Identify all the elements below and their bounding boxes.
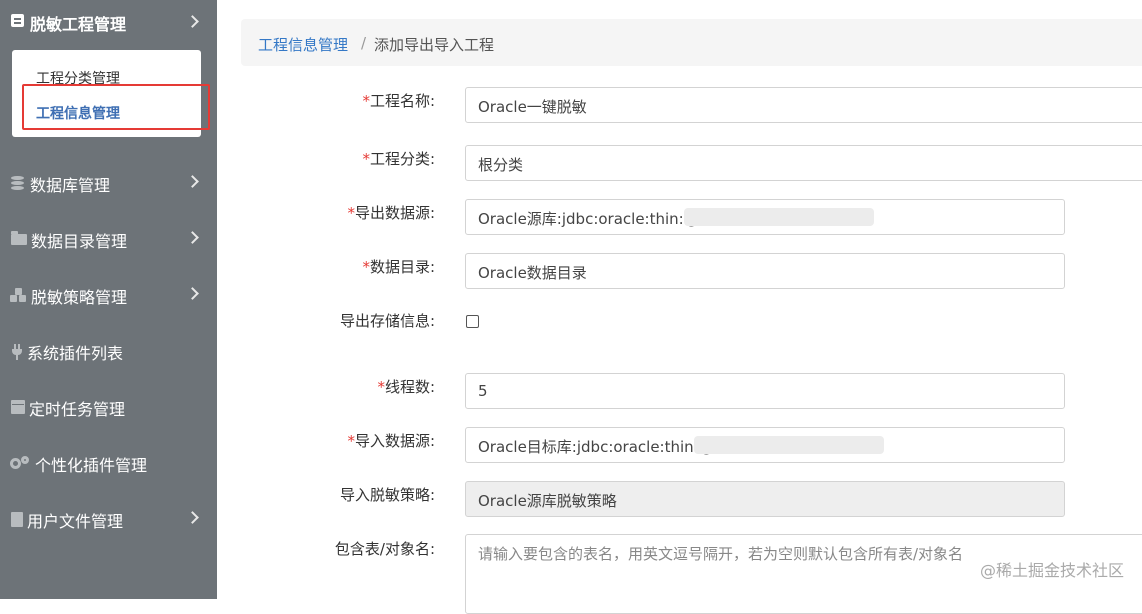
import-source-label: *导入数据源:	[347, 432, 435, 450]
sidebar-item-database[interactable]: 数据库管理	[0, 162, 217, 202]
data-directory-select[interactable]: Oracle数据目录	[465, 253, 1065, 289]
sidebar-item-label: 系统插件列表	[27, 344, 124, 363]
submenu-item-project-info-label: 工程信息管理	[36, 106, 120, 122]
sidebar-item-label: 定时任务管理	[29, 400, 126, 419]
project-category-label: *工程分类:	[362, 150, 435, 168]
chevron-right-icon	[186, 511, 199, 524]
main-content: 工程信息管理 / 添加导出导入工程 *工程名称: Oracle一键脱敏 *工程分…	[217, 0, 1142, 614]
import-source-select[interactable]: Oracle目标库:jdbc:oracle:thin:@	[465, 427, 1065, 463]
sidebar-item-label: 数据库管理	[30, 176, 111, 195]
submenu-item-project-info[interactable]: 工程信息管理	[22, 84, 210, 130]
include-tables-label: 包含表/对象名:	[334, 540, 435, 558]
project-name-input[interactable]: Oracle一键脱敏	[465, 87, 1142, 123]
redacted-blur	[694, 436, 884, 454]
sidebar-header-label: 脱敏工程管理	[30, 15, 127, 34]
chevron-right-icon	[186, 175, 199, 188]
cogs-icon	[10, 456, 30, 470]
required-mark: *	[347, 204, 355, 222]
sidebar-header-masking-project[interactable]: 脱敏工程管理	[0, 0, 217, 42]
sidebar-item-label: 用户文件管理	[27, 512, 124, 531]
breadcrumb: 工程信息管理 / 添加导出导入工程	[241, 19, 1142, 66]
cubes-icon	[10, 288, 27, 302]
export-storage-checkbox[interactable]	[466, 315, 479, 328]
sidebar-item-user-files[interactable]: 用户文件管理	[0, 498, 217, 538]
sidebar-item-masking-policy[interactable]: 脱敏策略管理	[0, 274, 217, 314]
import-policy-field: Oracle源库脱敏策略	[465, 481, 1065, 517]
doc-icon	[11, 14, 24, 27]
export-source-select[interactable]: Oracle源库:jdbc:oracle:thin:@	[465, 199, 1065, 235]
required-mark: *	[377, 378, 385, 396]
sidebar-item-custom-plugins[interactable]: 个性化插件管理	[0, 442, 217, 482]
watermark: @稀土掘金技术社区	[979, 561, 1124, 580]
export-storage-label: 导出存储信息:	[339, 312, 435, 330]
required-mark: *	[362, 92, 370, 110]
breadcrumb-link-project-info[interactable]: 工程信息管理	[258, 34, 348, 55]
project-name-label: *工程名称:	[362, 92, 435, 110]
calendar-icon	[11, 400, 25, 414]
thread-count-input[interactable]: 5	[465, 373, 1065, 409]
breadcrumb-current: 添加导出导入工程	[374, 36, 495, 54]
redacted-blur	[684, 208, 874, 226]
data-directory-label: *数据目录:	[362, 258, 435, 276]
export-source-label: *导出数据源:	[347, 204, 435, 222]
chevron-right-icon	[186, 287, 199, 300]
sidebar-item-label: 数据目录管理	[31, 232, 128, 251]
import-policy-label: 导入脱敏策略:	[339, 486, 435, 504]
database-icon	[11, 176, 24, 190]
sidebar-item-scheduled-tasks[interactable]: 定时任务管理	[0, 386, 217, 426]
chevron-right-icon	[186, 231, 199, 244]
project-category-select[interactable]: 根分类	[465, 145, 1142, 181]
required-mark: *	[347, 432, 355, 450]
required-mark: *	[362, 258, 370, 276]
sidebar: 脱敏工程管理 工程分类管理 工程信息管理 数据库管理 数据目录管理 脱敏策略管理…	[0, 0, 217, 599]
sidebar-submenu: 工程分类管理 工程信息管理	[12, 50, 210, 137]
plug-icon	[12, 344, 22, 360]
thread-count-label: *线程数:	[377, 378, 435, 396]
sidebar-item-label: 脱敏策略管理	[31, 288, 128, 307]
sidebar-item-data-directory[interactable]: 数据目录管理	[0, 218, 217, 258]
folder-icon	[11, 231, 27, 245]
file-icon	[11, 512, 23, 527]
sidebar-item-label: 个性化插件管理	[35, 456, 148, 475]
required-mark: *	[362, 150, 370, 168]
sidebar-item-system-plugins[interactable]: 系统插件列表	[0, 330, 217, 370]
breadcrumb-separator: /	[361, 34, 367, 52]
chevron-right-icon	[186, 15, 199, 28]
